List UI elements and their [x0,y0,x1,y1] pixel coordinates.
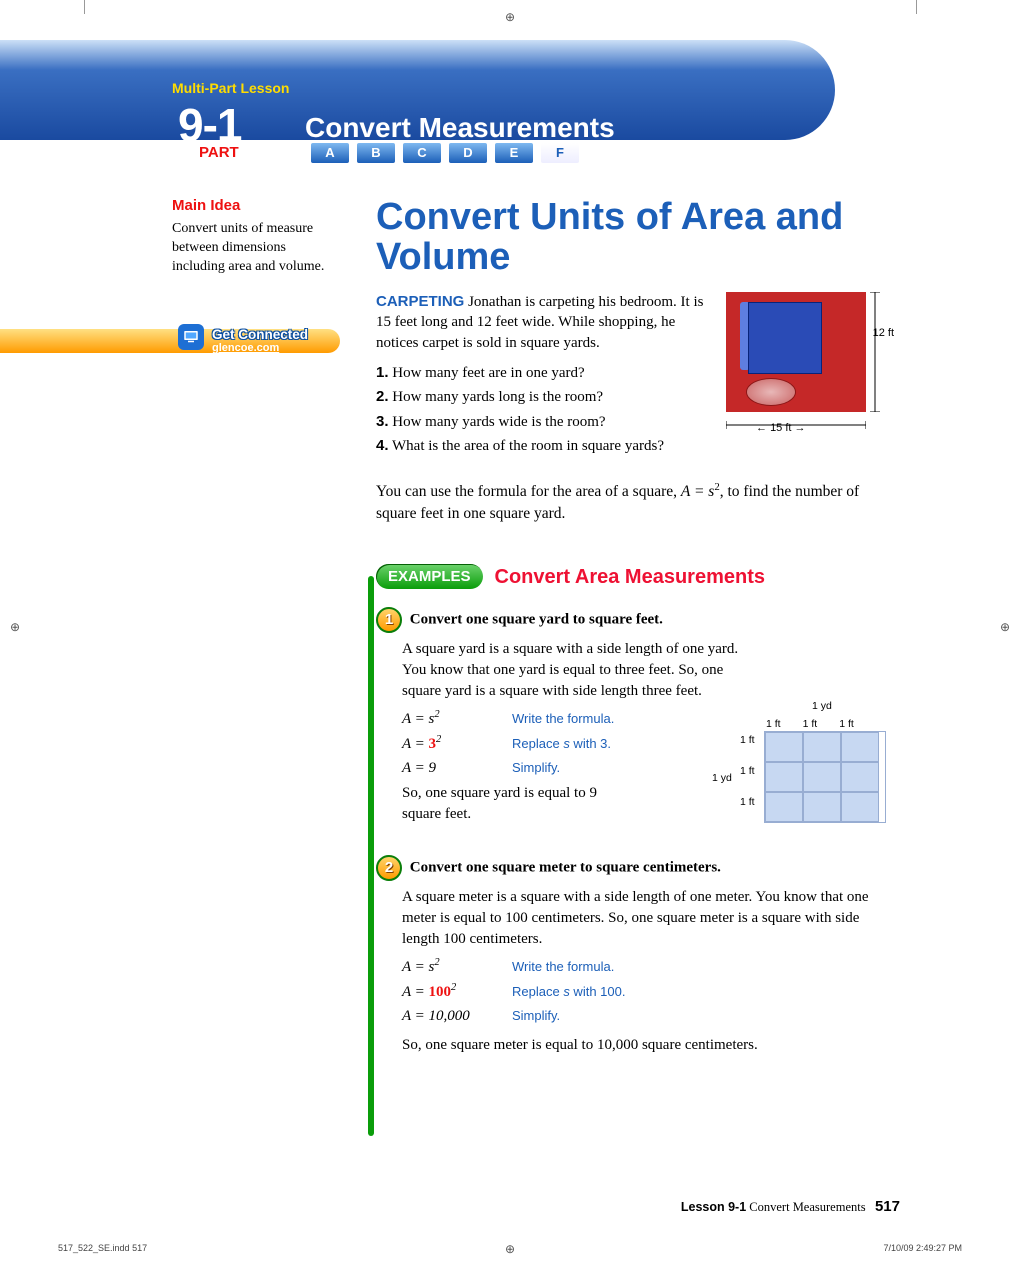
dim-15ft: ← 15 ft → [756,422,806,434]
part-tabs: A B C D E F [310,142,582,164]
tab-f[interactable]: F [540,142,580,164]
footer-title: Convert Measurements [749,1200,865,1214]
lesson-title: Convert Measurements [305,112,615,144]
multipart-label: Multi-Part Lesson [172,80,289,96]
examples-subtitle: Convert Area Measurements [495,566,765,589]
registration-mark-icon: ⊕ [10,620,20,635]
example-title: Convert one square yard to square feet. [410,612,663,628]
example-body: A square yard is a square with a side le… [402,639,742,702]
tab-a[interactable]: A [310,142,350,164]
question-list: 1. How many feet are in one yard? 2. How… [376,362,736,458]
monitor-icon [178,324,204,350]
question-item: 3. How many yards wide is the room? [376,411,736,434]
glencoe-link[interactable]: glencoe.com [212,342,279,354]
file-slug: 517_522_SE.indd 517 [58,1243,147,1253]
square-tip: You can use the formula for the area of … [376,480,876,525]
tab-b[interactable]: B [356,142,396,164]
main-content: Convert Units of Area and Volume CARPETI… [376,198,886,1056]
example-conclusion: So, one square meter is equal to 10,000 … [402,1035,880,1056]
q-text: How many feet are in one yard? [392,365,584,381]
question-item: 1. How many feet are in one yard? [376,362,736,385]
example-body: A square meter is a square with a side l… [402,887,880,950]
example-1: 1 Convert one square yard to square feet… [376,607,886,825]
q-text: How many yards long is the room? [392,389,603,405]
lesson-banner: Multi-Part Lesson 9-1 Convert Measuremen… [0,40,835,140]
square-yard-figure: 1 yd 1 ft1 ft1 ft 1 yd 1 ft1 ft1 ft [726,703,886,823]
crop-marks: ⊕ [0,0,1020,18]
page-title: Convert Units of Area and Volume [376,198,886,278]
timestamp: 7/10/09 2:49:27 PM [883,1243,962,1253]
carpeting-label: CARPETING [376,293,464,310]
registration-mark-icon: ⊕ [505,10,515,25]
tab-d[interactable]: D [448,142,488,164]
formula-row: A = s2 Write the formula. [402,956,880,978]
formula-row: A = 10,000 Simplify. [402,1006,880,1027]
registration-mark-icon: ⊕ [1000,620,1010,635]
example-2: 2 Convert one square meter to square cen… [376,855,886,1056]
part-label: PART [195,144,243,161]
question-item: 2. How many yards long is the room? [376,386,736,409]
page: ⊕ ⊕ ⊕ Multi-Part Lesson 9-1 Convert Meas… [0,0,1020,1275]
tab-e[interactable]: E [494,142,534,164]
dim-12ft: 12 ft [873,327,894,339]
question-item: 4. What is the area of the room in squar… [376,435,736,458]
main-idea-text: Convert units of measure between dimensi… [172,220,342,277]
get-connected: Get Connected glencoe.com [0,324,340,358]
registration-mark-icon: ⊕ [505,1242,515,1257]
q-text: What is the area of the room in square y… [392,438,664,454]
example-number-icon: 1 [376,607,402,633]
page-number: 517 [875,1198,900,1215]
example-conclusion: So, one square yard is equal to 9 square… [402,783,632,825]
example-title: Convert one square meter to square centi… [410,860,721,876]
examples-pill: EXAMPLES [376,564,483,589]
sidebar: Main Idea Convert units of measure betwe… [172,196,342,277]
intro-paragraph: CARPETING Jonathan is carpeting his bedr… [376,292,706,354]
example-number-icon: 2 [376,855,402,881]
footer-lesson: Lesson 9-1 [681,1200,746,1214]
examples-section: EXAMPLES Convert Area Measurements 1 Con… [376,564,886,1056]
room-figure: 12 ft ← 15 ft → [726,292,886,412]
get-connected-label: Get Connected [212,327,308,342]
tab-c[interactable]: C [402,142,442,164]
q-text: How many yards wide is the room? [392,414,605,430]
formula-row: A = 1002 Replace s with 100. [402,981,880,1003]
page-footer: Lesson 9-1 Convert Measurements 517 [681,1198,900,1215]
main-idea-heading: Main Idea [172,196,342,216]
